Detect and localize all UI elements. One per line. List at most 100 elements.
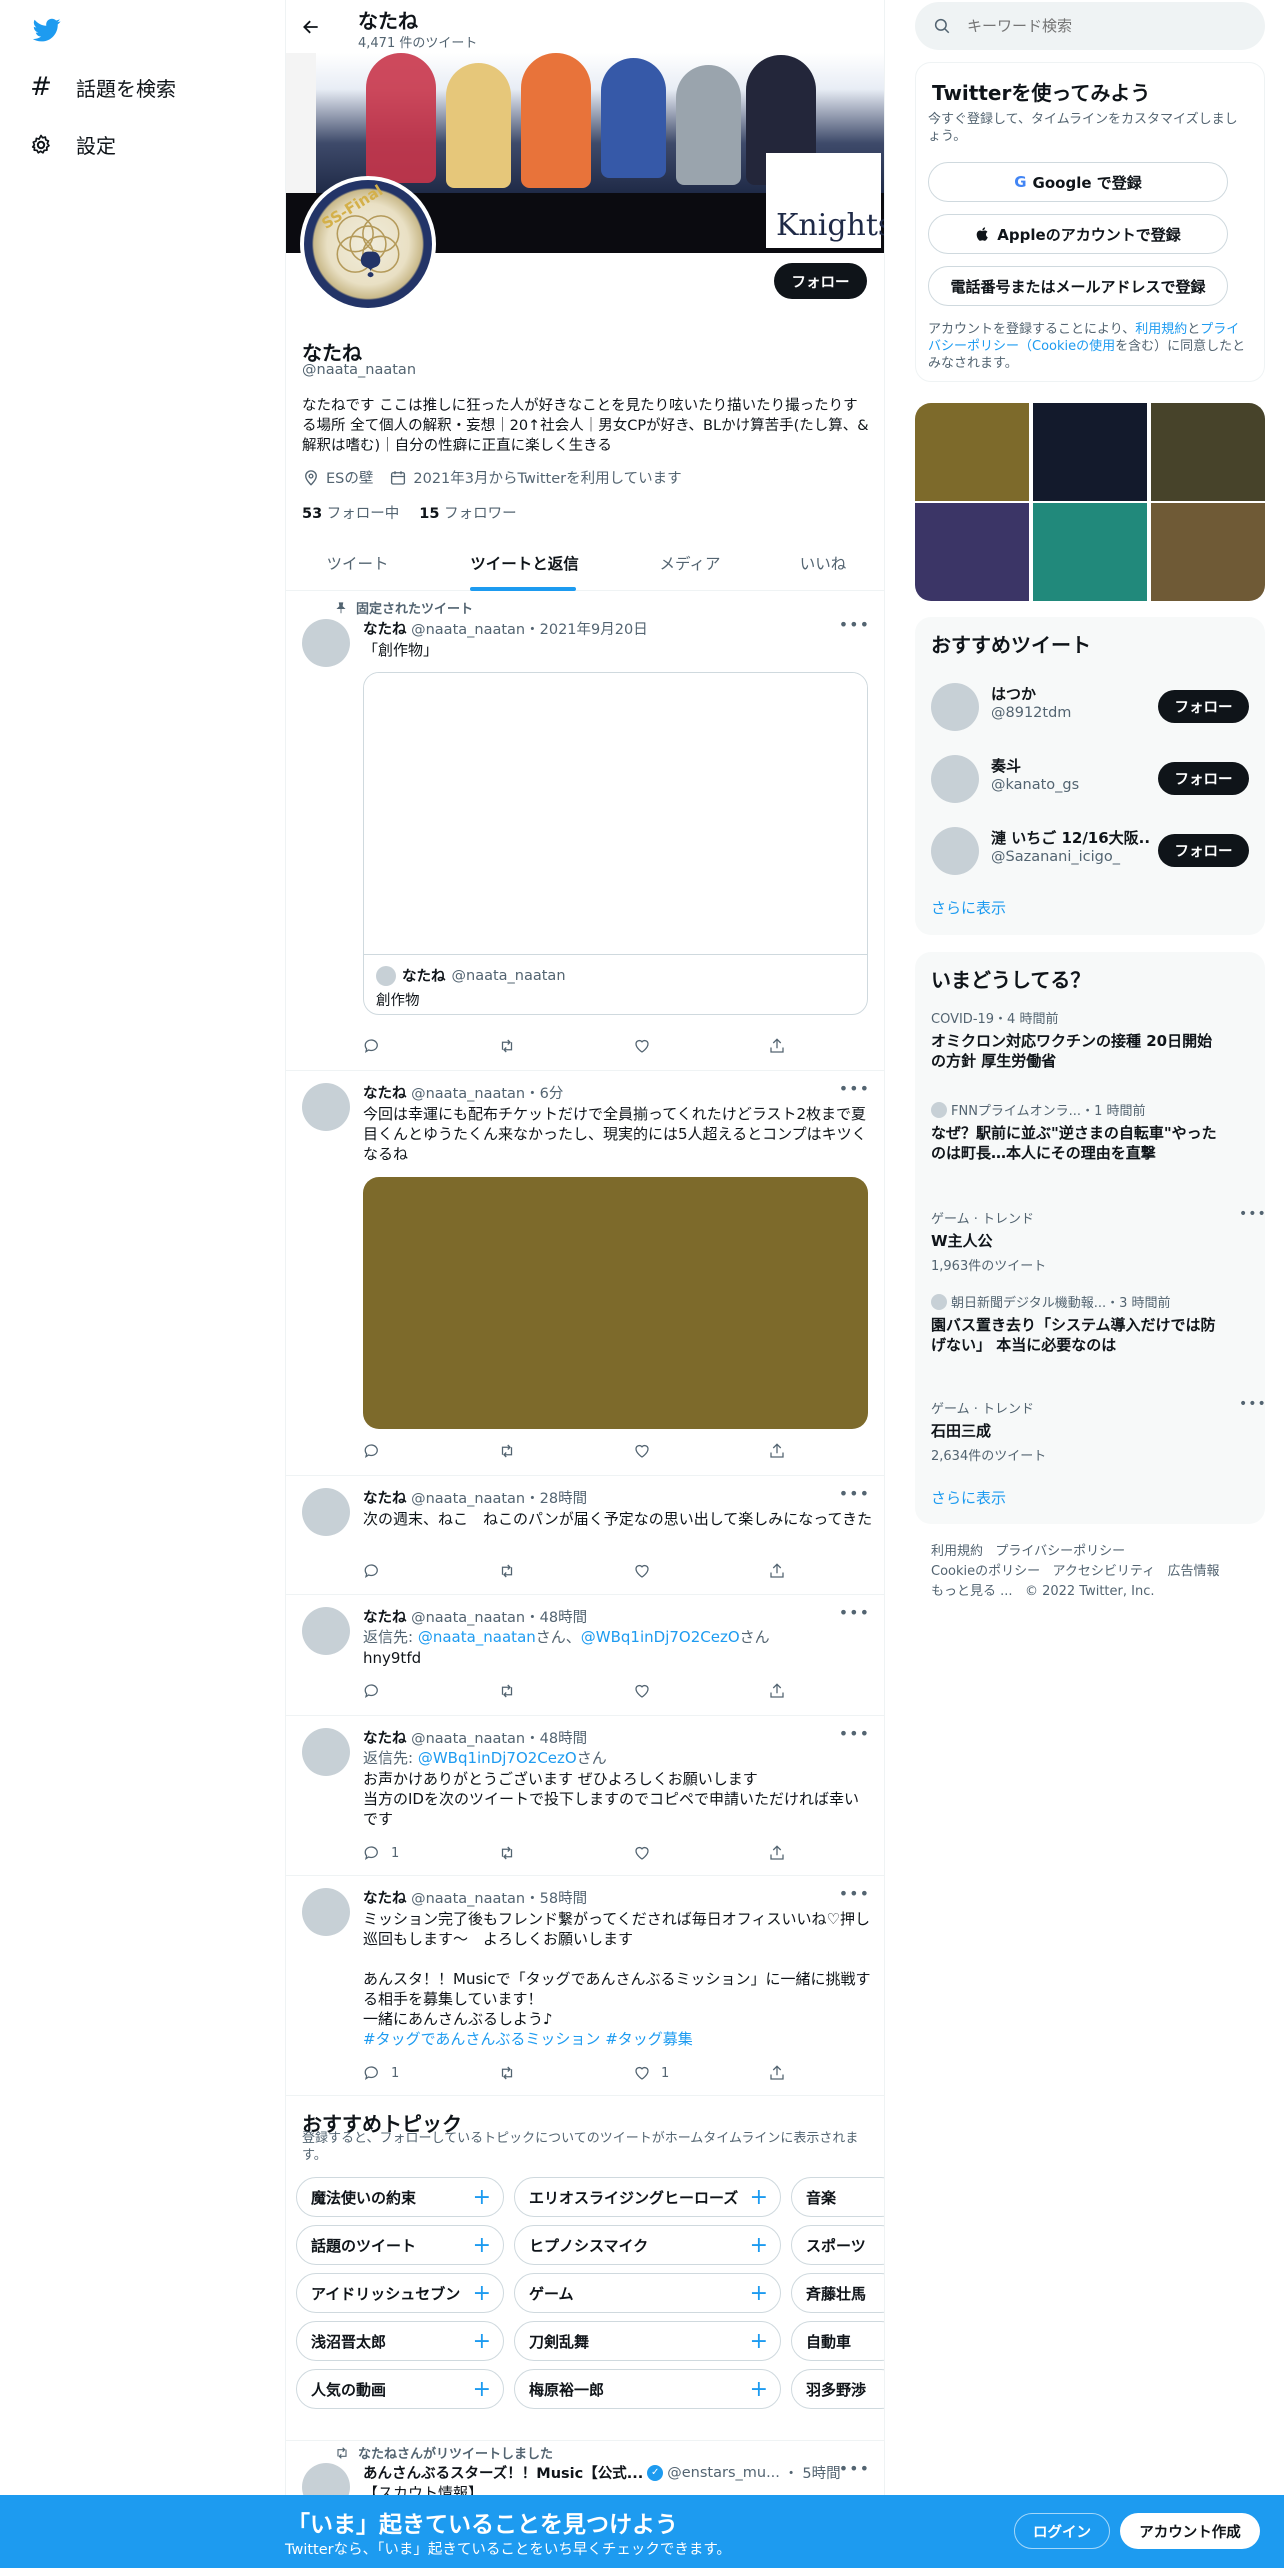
tweet[interactable]: なたね @naata_naatan・28時間 ••• 次の週末、ねこ ねこのパン… — [286, 1476, 884, 1595]
retweet-button[interactable] — [498, 2063, 516, 2083]
footer-link[interactable]: 利用規約 — [931, 1544, 983, 1559]
like-button[interactable] — [633, 1441, 651, 1461]
avatar[interactable] — [302, 1083, 350, 1131]
reply-button[interactable] — [363, 1441, 381, 1461]
topic-chip[interactable]: エリオスライジングヒーローズ + — [514, 2177, 781, 2217]
tweet-author-handle[interactable]: @naata_naatan — [411, 1491, 525, 1507]
trend-item[interactable]: COVID-19・4 時間前 オミクロン対応ワクチンの接種 20日開始の方針 厚生… — [931, 1008, 1221, 1071]
like-button[interactable]: 1 — [633, 2063, 669, 2083]
share-button[interactable] — [768, 1843, 786, 1863]
search-bar[interactable] — [915, 2, 1265, 50]
topic-chip[interactable]: スポーツ — [791, 2225, 884, 2265]
avatar[interactable] — [931, 683, 979, 731]
recommended-show-more[interactable]: さらに表示 — [931, 897, 1006, 918]
google-signup-button[interactable]: G Google で登録 — [928, 162, 1228, 202]
search-input[interactable] — [967, 17, 1227, 35]
nav-settings[interactable]: 設定 — [28, 130, 116, 159]
trend-item[interactable]: 朝日新聞デジタル機動報...・3 時間前 園バス置き去り「システム導入だけでは防げ… — [931, 1292, 1221, 1355]
tweet-author-handle[interactable]: @naata_naatan — [411, 1610, 525, 1626]
profile-avatar[interactable]: SS-Final — [300, 176, 436, 312]
more-icon[interactable]: ••• — [839, 1884, 870, 1903]
media-thumbnail[interactable] — [915, 503, 1029, 601]
reply-button[interactable] — [363, 1561, 381, 1581]
terms-link[interactable]: 利用規約 — [1135, 322, 1187, 337]
share-button[interactable] — [768, 1441, 786, 1461]
tweet-media-image[interactable] — [363, 1177, 868, 1429]
avatar[interactable] — [302, 1888, 350, 1936]
reply-button[interactable] — [363, 1036, 381, 1056]
tweet-reply[interactable]: なたね @naata_naatan・48時間 ••• 返信先: @WBq1inD… — [286, 1716, 884, 1876]
topic-chip[interactable]: 自動車 — [791, 2321, 884, 2361]
trend-item[interactable]: ゲーム · トレンド W主人公 1,963件のツイート ••• — [931, 1206, 1266, 1274]
tweet-author-name[interactable]: あんさんぶるスターズ！！Music【公式... — [363, 2462, 643, 2483]
topic-chip[interactable]: ゲーム + — [514, 2273, 781, 2313]
topic-chip[interactable]: 刀剣乱舞 + — [514, 2321, 781, 2361]
topic-chip[interactable]: 魔法使いの約束 + — [296, 2177, 504, 2217]
like-button[interactable] — [633, 1681, 651, 1701]
more-icon[interactable]: ••• — [839, 1724, 870, 1743]
tweet-pinned[interactable]: 固定されたツイート なたね @naata_naatan・2021年9月20日 •… — [286, 591, 884, 1071]
tweet-author-name[interactable]: なたね — [363, 1086, 407, 1102]
footer-link[interactable]: Cookieのポリシー — [931, 1564, 1040, 1579]
avatar[interactable] — [931, 827, 979, 875]
media-thumbnail[interactable] — [1151, 403, 1265, 501]
media-thumbnail[interactable] — [1151, 503, 1265, 601]
retweet-button[interactable] — [498, 1036, 516, 1056]
avatar[interactable] — [302, 1728, 350, 1776]
more-icon[interactable]: ••• — [1239, 1206, 1267, 1222]
more-icon[interactable]: ••• — [839, 1079, 870, 1098]
recommended-user[interactable]: 奏斗 @kanato_gs フォロー — [915, 747, 1265, 811]
more-icon[interactable]: ••• — [839, 615, 870, 634]
retweeted-tweet[interactable]: なたねさんがリツイートしました あんさんぶるスターズ！！Music【公式... … — [286, 2441, 884, 2511]
tweet-author-handle[interactable]: @naata_naatan — [411, 1891, 525, 1907]
followers-link[interactable]: 15 フォロワー — [419, 502, 516, 523]
reply-button[interactable]: 1 — [363, 1843, 399, 1863]
tweet-time[interactable]: 48時間 — [540, 1731, 587, 1747]
tweet-time[interactable]: 6分 — [540, 1086, 564, 1102]
tweet-time[interactable]: 5時間 — [802, 2462, 840, 2483]
like-button[interactable] — [633, 1561, 651, 1581]
reply-button[interactable] — [363, 1681, 381, 1701]
tab-tweets-and-replies[interactable]: ツイートと返信 — [429, 535, 620, 591]
tweet-reply[interactable]: なたね @naata_naatan・48時間 ••• 返信先: @naata_n… — [286, 1595, 884, 1716]
topic-chip[interactable]: 梅原裕一郎 + — [514, 2369, 781, 2409]
more-icon[interactable]: ••• — [839, 1603, 870, 1622]
footer-link[interactable]: 広告情報 — [1168, 1564, 1220, 1579]
tweet-author-handle[interactable]: @naata_naatan — [411, 1086, 525, 1102]
topic-chip[interactable]: 羽多野渉 — [791, 2369, 884, 2409]
tab-tweets[interactable]: ツイート — [286, 535, 429, 591]
tweet-author-name[interactable]: なたね — [363, 622, 407, 638]
tweet-author-handle[interactable]: @naata_naatan — [411, 622, 525, 638]
back-arrow-icon[interactable] — [296, 12, 326, 42]
tweet-author-name[interactable]: なたね — [363, 1731, 407, 1747]
footer-link[interactable]: プライバシーポリシー — [995, 1544, 1125, 1559]
profile-follow-button[interactable]: フォロー — [774, 263, 867, 299]
like-button[interactable] — [633, 1036, 651, 1056]
topic-chip[interactable]: ヒプノシスマイク + — [514, 2225, 781, 2265]
media-thumbnail[interactable] — [915, 403, 1029, 501]
tweet-author-name[interactable]: なたね — [363, 1610, 407, 1626]
footer-more-link[interactable]: もっと見る ... — [931, 1584, 1013, 1599]
reply-mention[interactable]: @WBq1inDj7O2CezO — [418, 1749, 577, 1767]
apple-signup-button[interactable]: Appleのアカウントで登録 — [928, 214, 1228, 254]
avatar[interactable] — [931, 755, 979, 803]
reply-button[interactable]: 1 — [363, 2063, 399, 2083]
phone-email-signup-button[interactable]: 電話番号またはメールアドレスで登録 — [928, 266, 1228, 306]
media-thumbnail[interactable] — [1033, 503, 1147, 601]
reply-mention[interactable]: @WBq1inDj7O2CezO — [581, 1628, 740, 1646]
topic-chip[interactable]: 話題のツイート + — [296, 2225, 504, 2265]
tweet-author-name[interactable]: なたね — [363, 1491, 407, 1507]
follow-button[interactable]: フォロー — [1158, 834, 1249, 867]
retweet-button[interactable] — [498, 1561, 516, 1581]
share-button[interactable] — [768, 1561, 786, 1581]
quote-tweet-card[interactable]: なたね @naata_naatan 創作物 — [363, 672, 868, 1015]
tweet-hashtags[interactable]: #タッグであんさんぶるミッション #タッグ募集 — [363, 2029, 873, 2049]
recommended-user[interactable]: はつか @8912tdm フォロー — [915, 675, 1265, 739]
reply-mention[interactable]: @naata_naatan — [418, 1628, 536, 1646]
more-icon[interactable]: ••• — [1239, 1396, 1267, 1412]
tab-media[interactable]: メディア — [620, 535, 760, 591]
create-account-button[interactable]: アカウント作成 — [1120, 2513, 1260, 2549]
trend-item[interactable]: FNNプライムオンラ...・1 時間前 なぜ？駅前に並ぶ"逆さまの自転車"やったの… — [931, 1100, 1221, 1163]
like-button[interactable] — [633, 1843, 651, 1863]
follow-button[interactable]: フォロー — [1158, 690, 1249, 723]
